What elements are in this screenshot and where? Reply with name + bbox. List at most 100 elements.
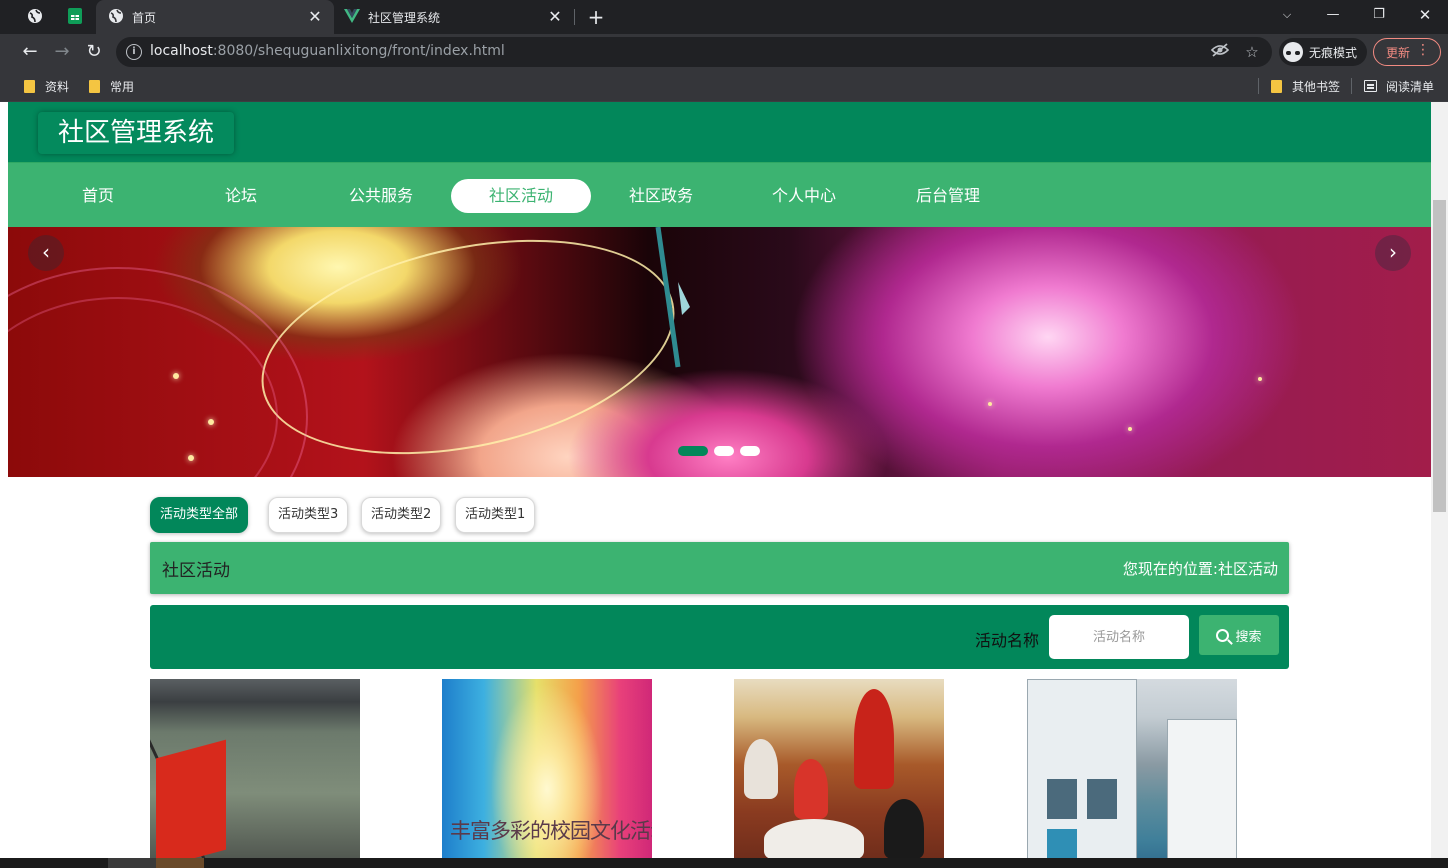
folder-icon [24,79,35,93]
reading-list[interactable]: 阅读清单 [1364,77,1434,95]
banner-decoration [1258,377,1262,381]
activity-card-3[interactable] [734,679,944,868]
restore-icon[interactable]: ❐ [1356,0,1402,30]
card-image-detail [764,819,864,859]
back-icon[interactable]: ← [17,39,43,65]
os-taskbar [0,858,1448,868]
minimize-icon[interactable]: — [1310,0,1356,30]
scrollbar-thumb[interactable] [1433,200,1446,512]
search-icon [1216,628,1230,642]
eye-off-icon[interactable] [1210,42,1230,62]
info-icon[interactable]: i [126,44,142,60]
filter-all[interactable]: 活动类型全部 [150,497,249,533]
filter-type-3[interactable]: 活动类型3 [268,497,349,533]
url-text[interactable]: localhost:8080/shequguanlixitong/front/i… [150,43,505,59]
bookmark-folder-changyong[interactable]: 常用 [89,77,134,95]
bookmark-separator [1258,78,1259,94]
breadcrumb-current[interactable]: 社区活动 [1218,560,1278,578]
activity-card-2[interactable]: 丰富多彩的校园文化活动 [442,679,652,868]
card-image-detail [744,739,778,799]
card-caption: 丰富多彩的校园文化活动 [450,819,652,843]
more-icon[interactable]: ⋮ [1416,42,1430,58]
nav-item-forum[interactable]: 论坛 [171,179,311,213]
search-button[interactable]: 搜索 [1199,615,1279,655]
reading-list-icon [1364,80,1377,92]
nav-item-profile[interactable]: 个人中心 [734,179,874,213]
banner-decoration [988,402,992,406]
activity-name-input[interactable] [1049,615,1189,659]
activity-card-1[interactable] [150,679,360,868]
chevron-left-icon[interactable]: ‹ [28,235,64,271]
banner-decoration [1128,427,1132,431]
card-image-detail [1087,779,1117,819]
banner-decoration [208,419,214,425]
pinned-tab-2[interactable] [58,0,92,34]
search-panel: 活动名称 搜索 [150,605,1289,669]
bookmark-label: 资料 [45,79,70,94]
bookmarks-bar: 资料 常用 其他书签 阅读清单 [0,70,1448,102]
tab-system[interactable]: 社区管理系统 ✕ [334,0,574,34]
star-icon[interactable]: ☆ [1242,42,1262,62]
card-image-detail [156,739,226,868]
taskbar-item[interactable] [156,858,204,868]
section-title-bar: 社区活动 您现在的位置:社区活动 [150,542,1289,594]
nav-item-community-activity[interactable]: 社区活动 [451,179,591,213]
breadcrumb: 您现在的位置:社区活动 [1122,560,1278,578]
nav-item-admin[interactable]: 后台管理 [878,179,1018,213]
bookmark-label: 其他书签 [1292,79,1341,94]
site-title: 社区管理系统 [38,112,235,154]
search-button-label: 搜索 [1235,629,1262,645]
filter-type-2[interactable]: 活动类型2 [361,497,442,533]
nav-item-home[interactable]: 首页 [28,179,168,213]
chevron-right-icon[interactable]: › [1375,235,1411,271]
tab-title: 首页 [132,10,157,25]
banner-carousel[interactable]: ‹ › [8,227,1431,477]
carousel-dot[interactable] [678,446,708,456]
taskbar-item[interactable] [108,858,156,868]
section-title: 社区活动 [162,561,230,581]
search-label: 活动名称 [975,631,1040,650]
close-icon[interactable]: ✕ [546,8,564,26]
carousel-dot[interactable] [740,446,760,456]
card-image-detail [794,759,828,819]
address-bar[interactable]: i localhost:8080/shequguanlixitong/front… [116,37,1272,67]
incognito-icon [1283,42,1303,62]
bookmark-folder-ziliao[interactable]: 资料 [24,77,69,95]
close-icon[interactable]: ✕ [306,8,324,26]
incognito-label: 无痕模式 [1309,45,1358,60]
card-image-detail [884,799,924,859]
browser-tab-bar: 首页 ✕ 社区管理系统 ✕ + ⌵ — ❐ ✕ [0,0,1448,34]
activity-card-4[interactable] [1027,679,1237,868]
reload-icon[interactable]: ↻ [81,39,107,65]
card-image-detail [1167,719,1237,868]
card-image-detail [1027,679,1137,868]
banner-decoration [173,373,179,379]
forward-icon[interactable]: → [49,39,75,65]
banner-decoration [241,227,695,477]
main-nav: 首页 论坛 公共服务 社区活动 社区政务 个人中心 后台管理 [8,162,1431,227]
carousel-dot[interactable] [714,446,734,456]
new-tab-icon[interactable]: + [584,5,608,29]
bookmark-other[interactable]: 其他书签 [1271,77,1340,95]
nav-item-public-service[interactable]: 公共服务 [311,179,451,213]
filter-type-1[interactable]: 活动类型1 [455,497,536,533]
banner-decoration [188,455,194,461]
page-scrollbar[interactable] [1431,102,1448,868]
tab-title: 社区管理系统 [368,10,441,25]
vue-icon [344,8,360,26]
window-close-icon[interactable]: ✕ [1402,0,1448,30]
banner-decoration [655,227,690,368]
incognito-badge[interactable]: 无痕模式 [1279,38,1368,66]
nav-item-community-affairs[interactable]: 社区政务 [591,179,731,213]
folder-icon [89,79,100,93]
tab-search-icon[interactable]: ⌵ [1264,0,1310,30]
update-button[interactable]: 更新 ⋮ [1373,38,1441,66]
page-viewport: 社区管理系统 首页 论坛 公共服务 社区活动 社区政务 个人中心 后台管理 ‹ … [0,102,1448,868]
folder-icon [1271,79,1282,93]
pinned-tab-1[interactable] [18,0,52,34]
bookmark-label: 阅读清单 [1386,79,1435,94]
globe-icon [27,8,43,27]
bookmark-label: 常用 [110,79,135,94]
tab-home[interactable]: 首页 ✕ [96,0,334,34]
sheets-icon [68,7,82,27]
